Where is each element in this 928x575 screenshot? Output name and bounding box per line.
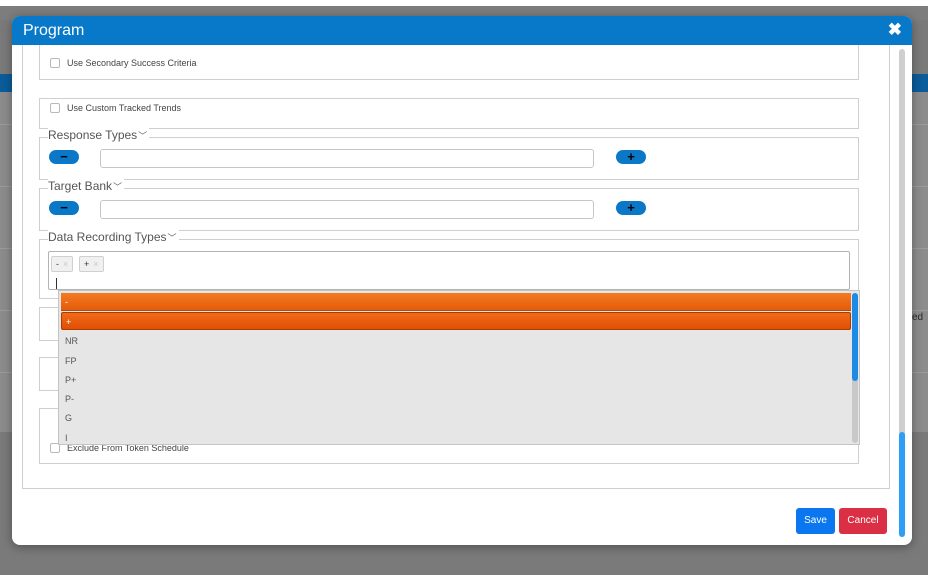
data-recording-dropdown[interactable]: - + NR FP P+ P- G I (58, 290, 860, 445)
chip-label: + (84, 259, 90, 269)
response-types-title: Response Types (48, 128, 138, 142)
chevron-down-icon: ﹀ (113, 182, 123, 192)
background-partial-text: ed (912, 312, 924, 323)
target-bank-remove-button[interactable]: − (49, 201, 79, 215)
custom-trends-checkbox[interactable] (50, 103, 60, 113)
dropdown-option[interactable]: P+ (61, 371, 851, 389)
dropdown-option[interactable]: NR (61, 332, 851, 350)
target-bank-input[interactable] (100, 200, 594, 219)
selected-chip: + × (79, 256, 104, 272)
modal-scrollbar[interactable] (899, 49, 905, 537)
dropdown-scrollbar[interactable] (852, 293, 858, 443)
modal-header: Program ✖ (12, 16, 912, 45)
text-caret (56, 278, 57, 289)
response-types-input[interactable] (100, 149, 594, 168)
dropdown-scrollbar-thumb[interactable] (852, 293, 858, 381)
cancel-button[interactable]: Cancel (839, 508, 887, 534)
target-bank-add-button[interactable]: + (616, 201, 646, 215)
target-bank-section: Target Bank﹀ − + (39, 179, 859, 231)
chevron-down-icon: ﹀ (167, 233, 177, 243)
data-recording-multiselect[interactable]: - × + × (48, 251, 850, 290)
chip-remove-icon[interactable]: × (93, 259, 98, 269)
custom-trends-row: Use Custom Tracked Trends (50, 103, 181, 113)
dropdown-option[interactable]: - (61, 293, 851, 311)
target-bank-title: Target Bank (48, 179, 113, 193)
program-modal: Program ✖ Use Secondary Success Criteria… (12, 16, 912, 545)
modal-scrollbar-thumb[interactable] (899, 432, 905, 537)
secondary-success-row: Use Secondary Success Criteria (50, 58, 197, 68)
secondary-success-section: Use Secondary Success Criteria (39, 45, 859, 80)
custom-trends-section: Use Custom Tracked Trends (39, 98, 859, 129)
response-types-section: Response Types﹀ − + (39, 128, 859, 180)
close-icon[interactable]: ✖ (888, 21, 902, 39)
custom-trends-label: Use Custom Tracked Trends (67, 103, 182, 113)
dropdown-option[interactable]: + (61, 312, 851, 330)
dropdown-option[interactable]: G (61, 409, 851, 427)
modal-title: Program (23, 22, 85, 39)
background-header-right (912, 74, 928, 92)
secondary-success-checkbox[interactable] (50, 58, 60, 68)
data-recording-legend[interactable]: Data Recording Types﹀ (48, 230, 179, 244)
chevron-down-icon: ﹀ (138, 131, 148, 141)
selected-chip: - × (51, 256, 74, 272)
save-button[interactable]: Save (796, 508, 835, 534)
target-bank-legend[interactable]: Target Bank﹀ (48, 179, 125, 193)
dropdown-option[interactable]: I (61, 429, 851, 444)
response-types-legend[interactable]: Response Types﹀ (48, 128, 150, 142)
chip-remove-icon[interactable]: × (63, 259, 68, 269)
secondary-success-label: Use Secondary Success Criteria (67, 58, 197, 68)
chip-label: - (56, 259, 59, 269)
response-types-add-button[interactable]: + (616, 150, 646, 164)
dropdown-option[interactable]: FP (61, 352, 851, 370)
data-recording-title: Data Recording Types (48, 230, 167, 244)
response-types-remove-button[interactable]: − (49, 150, 79, 164)
dropdown-option[interactable]: P- (61, 390, 851, 408)
